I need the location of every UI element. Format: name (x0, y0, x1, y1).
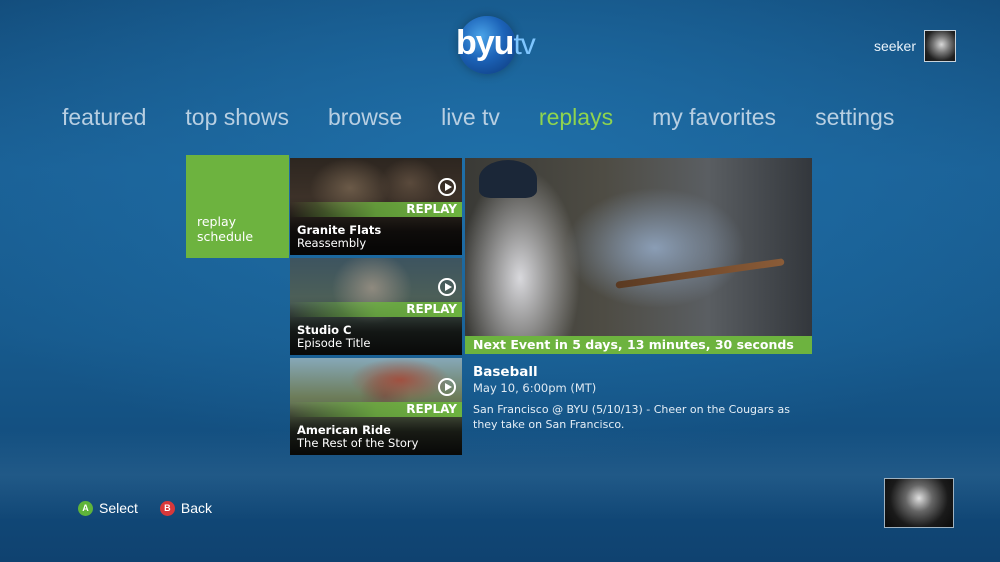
play-icon (438, 378, 456, 396)
schedule-label-line2: schedule (197, 229, 254, 244)
select-label: Select (99, 500, 138, 516)
nav-item-top-shows[interactable]: top shows (185, 100, 289, 134)
main-nav: featured top shows browse live tv replay… (62, 100, 933, 134)
replay-badge: REPLAY (290, 402, 462, 417)
user-name: seeker (873, 38, 916, 54)
logo-text: byu (456, 24, 514, 62)
b-button-icon: B (159, 500, 175, 516)
episode-name: Episode Title (297, 336, 371, 350)
video-preview-thumbnail (884, 478, 954, 528)
tile-title: Studio C Episode Title (297, 324, 370, 350)
back-hint[interactable]: B Back (159, 500, 213, 516)
replay-schedule-tile[interactable]: replay schedule (186, 155, 289, 258)
nav-item-live-tv[interactable]: live tv (441, 100, 500, 134)
replay-badge: REPLAY (290, 202, 462, 217)
back-label: Back (180, 500, 213, 516)
user-profile[interactable]: seeker (874, 30, 956, 62)
nav-item-browse[interactable]: browse (328, 100, 402, 134)
play-icon (438, 278, 456, 296)
byutv-logo: byutv (454, 14, 550, 76)
nav-item-my-favorites[interactable]: my favorites (652, 100, 776, 134)
replay-badge: REPLAY (290, 302, 462, 317)
next-event-countdown: Next Event in 5 days, 13 minutes, 30 sec… (465, 336, 812, 354)
schedule-label-line1: replay (197, 214, 237, 229)
replay-tile-granite-flats[interactable]: REPLAY Granite Flats Reassembly (290, 158, 462, 255)
select-hint[interactable]: A Select (78, 500, 138, 516)
nav-item-settings[interactable]: settings (815, 100, 894, 134)
next-event-hero[interactable]: Next Event in 5 days, 13 minutes, 30 sec… (465, 158, 812, 354)
logo-suffix: tv (513, 28, 535, 61)
event-description: San Francisco @ BYU (5/10/13) - Cheer on… (473, 403, 791, 431)
nav-item-replays[interactable]: replays (539, 100, 613, 134)
nav-item-featured[interactable]: featured (62, 100, 146, 134)
event-datetime: May 10, 6:00pm (MT) (473, 381, 597, 395)
hero-image (479, 160, 537, 198)
episode-name: The Rest of the Story (297, 436, 419, 450)
replay-tile-american-ride[interactable]: REPLAY American Ride The Rest of the Sto… (290, 358, 462, 455)
episode-name: Reassembly (297, 236, 367, 250)
a-button-icon: A (78, 500, 93, 516)
user-avatar-icon (924, 30, 956, 62)
tile-title: Granite Flats Reassembly (297, 224, 381, 250)
replay-tile-studio-c[interactable]: REPLAY Studio C Episode Title (290, 258, 462, 355)
controller-hints: A Select B Back (78, 500, 212, 516)
event-details: Baseball May 10, 6:00pm (MT) San Francis… (473, 364, 818, 432)
event-title: Baseball (473, 364, 538, 380)
play-icon (438, 178, 456, 196)
tile-title: American Ride The Rest of the Story (297, 424, 418, 450)
